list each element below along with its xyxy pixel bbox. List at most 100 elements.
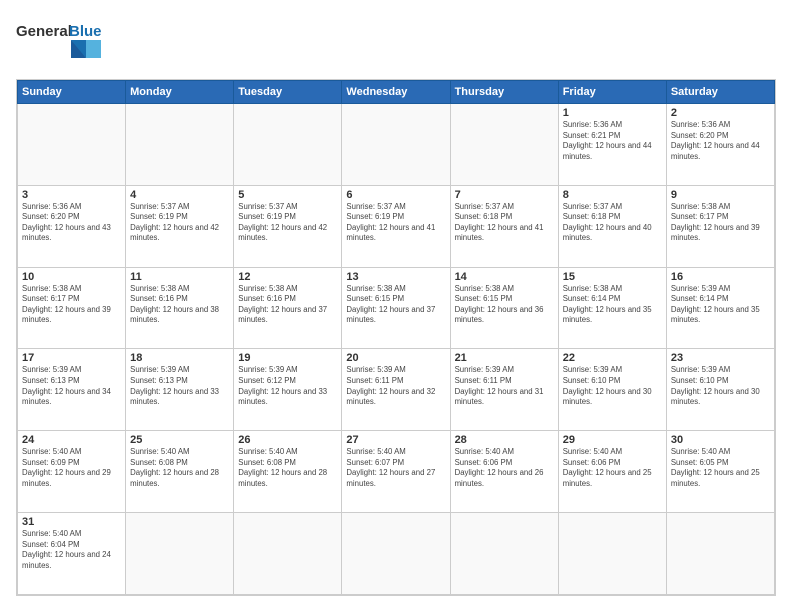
weekday-header-friday: Friday xyxy=(558,81,666,104)
day-number: 29 xyxy=(563,434,662,446)
day-cell: 26Sunrise: 5:40 AMSunset: 6:08 PMDayligh… xyxy=(234,431,342,513)
day-cell xyxy=(450,104,558,186)
day-cell: 21Sunrise: 5:39 AMSunset: 6:11 PMDayligh… xyxy=(450,349,558,431)
day-info: Sunrise: 5:38 AMSunset: 6:15 PMDaylight:… xyxy=(455,284,554,326)
day-info: Sunrise: 5:36 AMSunset: 6:20 PMDaylight:… xyxy=(22,202,121,244)
day-number: 24 xyxy=(22,434,121,446)
weekday-header-thursday: Thursday xyxy=(450,81,558,104)
weekday-header-row: SundayMondayTuesdayWednesdayThursdayFrid… xyxy=(18,81,775,104)
day-info: Sunrise: 5:40 AMSunset: 6:08 PMDaylight:… xyxy=(238,447,337,489)
day-number: 21 xyxy=(455,352,554,364)
day-number: 28 xyxy=(455,434,554,446)
day-number: 14 xyxy=(455,271,554,283)
week-row-3: 10Sunrise: 5:38 AMSunset: 6:17 PMDayligh… xyxy=(18,267,775,349)
weekday-header-tuesday: Tuesday xyxy=(234,81,342,104)
day-cell xyxy=(342,104,450,186)
day-cell: 28Sunrise: 5:40 AMSunset: 6:06 PMDayligh… xyxy=(450,431,558,513)
day-cell: 18Sunrise: 5:39 AMSunset: 6:13 PMDayligh… xyxy=(126,349,234,431)
day-cell: 20Sunrise: 5:39 AMSunset: 6:11 PMDayligh… xyxy=(342,349,450,431)
calendar: SundayMondayTuesdayWednesdayThursdayFrid… xyxy=(16,79,776,596)
day-cell xyxy=(666,513,774,595)
day-number: 7 xyxy=(455,189,554,201)
weekday-header-sunday: Sunday xyxy=(18,81,126,104)
day-cell xyxy=(558,513,666,595)
day-info: Sunrise: 5:39 AMSunset: 6:12 PMDaylight:… xyxy=(238,365,337,407)
day-info: Sunrise: 5:40 AMSunset: 6:05 PMDaylight:… xyxy=(671,447,770,489)
day-number: 23 xyxy=(671,352,770,364)
day-number: 31 xyxy=(22,516,121,528)
day-cell: 17Sunrise: 5:39 AMSunset: 6:13 PMDayligh… xyxy=(18,349,126,431)
day-cell: 1Sunrise: 5:36 AMSunset: 6:21 PMDaylight… xyxy=(558,104,666,186)
day-info: Sunrise: 5:38 AMSunset: 6:14 PMDaylight:… xyxy=(563,284,662,326)
day-cell xyxy=(234,513,342,595)
day-info: Sunrise: 5:40 AMSunset: 6:04 PMDaylight:… xyxy=(22,529,121,571)
week-row-5: 24Sunrise: 5:40 AMSunset: 6:09 PMDayligh… xyxy=(18,431,775,513)
day-info: Sunrise: 5:37 AMSunset: 6:19 PMDaylight:… xyxy=(238,202,337,244)
day-info: Sunrise: 5:37 AMSunset: 6:19 PMDaylight:… xyxy=(346,202,445,244)
day-cell: 3Sunrise: 5:36 AMSunset: 6:20 PMDaylight… xyxy=(18,185,126,267)
day-cell: 29Sunrise: 5:40 AMSunset: 6:06 PMDayligh… xyxy=(558,431,666,513)
day-info: Sunrise: 5:40 AMSunset: 6:09 PMDaylight:… xyxy=(22,447,121,489)
day-info: Sunrise: 5:40 AMSunset: 6:06 PMDaylight:… xyxy=(563,447,662,489)
day-number: 2 xyxy=(671,107,770,119)
day-cell xyxy=(18,104,126,186)
day-cell: 8Sunrise: 5:37 AMSunset: 6:18 PMDaylight… xyxy=(558,185,666,267)
week-row-6: 31Sunrise: 5:40 AMSunset: 6:04 PMDayligh… xyxy=(18,513,775,595)
day-number: 12 xyxy=(238,271,337,283)
day-number: 25 xyxy=(130,434,229,446)
svg-text:General: General xyxy=(16,23,72,40)
day-number: 3 xyxy=(22,189,121,201)
day-cell: 27Sunrise: 5:40 AMSunset: 6:07 PMDayligh… xyxy=(342,431,450,513)
svg-text:Blue: Blue xyxy=(69,23,102,40)
day-number: 15 xyxy=(563,271,662,283)
day-info: Sunrise: 5:39 AMSunset: 6:10 PMDaylight:… xyxy=(563,365,662,407)
day-info: Sunrise: 5:36 AMSunset: 6:21 PMDaylight:… xyxy=(563,120,662,162)
day-number: 6 xyxy=(346,189,445,201)
day-info: Sunrise: 5:37 AMSunset: 6:18 PMDaylight:… xyxy=(455,202,554,244)
logo: General Blue xyxy=(16,16,111,71)
day-info: Sunrise: 5:36 AMSunset: 6:20 PMDaylight:… xyxy=(671,120,770,162)
day-cell: 19Sunrise: 5:39 AMSunset: 6:12 PMDayligh… xyxy=(234,349,342,431)
day-number: 19 xyxy=(238,352,337,364)
day-cell: 15Sunrise: 5:38 AMSunset: 6:14 PMDayligh… xyxy=(558,267,666,349)
day-cell: 10Sunrise: 5:38 AMSunset: 6:17 PMDayligh… xyxy=(18,267,126,349)
day-number: 5 xyxy=(238,189,337,201)
day-info: Sunrise: 5:38 AMSunset: 6:16 PMDaylight:… xyxy=(130,284,229,326)
day-number: 10 xyxy=(22,271,121,283)
day-number: 30 xyxy=(671,434,770,446)
day-number: 26 xyxy=(238,434,337,446)
day-cell: 22Sunrise: 5:39 AMSunset: 6:10 PMDayligh… xyxy=(558,349,666,431)
day-number: 8 xyxy=(563,189,662,201)
day-cell xyxy=(450,513,558,595)
week-row-1: 1Sunrise: 5:36 AMSunset: 6:21 PMDaylight… xyxy=(18,104,775,186)
day-cell: 23Sunrise: 5:39 AMSunset: 6:10 PMDayligh… xyxy=(666,349,774,431)
day-info: Sunrise: 5:39 AMSunset: 6:13 PMDaylight:… xyxy=(22,365,121,407)
day-cell: 5Sunrise: 5:37 AMSunset: 6:19 PMDaylight… xyxy=(234,185,342,267)
day-cell: 11Sunrise: 5:38 AMSunset: 6:16 PMDayligh… xyxy=(126,267,234,349)
week-row-4: 17Sunrise: 5:39 AMSunset: 6:13 PMDayligh… xyxy=(18,349,775,431)
day-info: Sunrise: 5:40 AMSunset: 6:08 PMDaylight:… xyxy=(130,447,229,489)
day-number: 4 xyxy=(130,189,229,201)
day-info: Sunrise: 5:40 AMSunset: 6:06 PMDaylight:… xyxy=(455,447,554,489)
day-cell: 9Sunrise: 5:38 AMSunset: 6:17 PMDaylight… xyxy=(666,185,774,267)
day-cell: 31Sunrise: 5:40 AMSunset: 6:04 PMDayligh… xyxy=(18,513,126,595)
day-cell: 4Sunrise: 5:37 AMSunset: 6:19 PMDaylight… xyxy=(126,185,234,267)
week-row-2: 3Sunrise: 5:36 AMSunset: 6:20 PMDaylight… xyxy=(18,185,775,267)
day-cell: 7Sunrise: 5:37 AMSunset: 6:18 PMDaylight… xyxy=(450,185,558,267)
day-info: Sunrise: 5:38 AMSunset: 6:17 PMDaylight:… xyxy=(671,202,770,244)
day-info: Sunrise: 5:39 AMSunset: 6:14 PMDaylight:… xyxy=(671,284,770,326)
day-info: Sunrise: 5:38 AMSunset: 6:16 PMDaylight:… xyxy=(238,284,337,326)
day-cell: 6Sunrise: 5:37 AMSunset: 6:19 PMDaylight… xyxy=(342,185,450,267)
day-info: Sunrise: 5:37 AMSunset: 6:18 PMDaylight:… xyxy=(563,202,662,244)
day-number: 22 xyxy=(563,352,662,364)
day-info: Sunrise: 5:39 AMSunset: 6:10 PMDaylight:… xyxy=(671,365,770,407)
day-cell: 14Sunrise: 5:38 AMSunset: 6:15 PMDayligh… xyxy=(450,267,558,349)
day-cell: 2Sunrise: 5:36 AMSunset: 6:20 PMDaylight… xyxy=(666,104,774,186)
day-cell: 24Sunrise: 5:40 AMSunset: 6:09 PMDayligh… xyxy=(18,431,126,513)
day-number: 18 xyxy=(130,352,229,364)
day-cell xyxy=(126,513,234,595)
day-info: Sunrise: 5:39 AMSunset: 6:11 PMDaylight:… xyxy=(346,365,445,407)
day-number: 11 xyxy=(130,271,229,283)
day-number: 1 xyxy=(563,107,662,119)
day-info: Sunrise: 5:39 AMSunset: 6:11 PMDaylight:… xyxy=(455,365,554,407)
